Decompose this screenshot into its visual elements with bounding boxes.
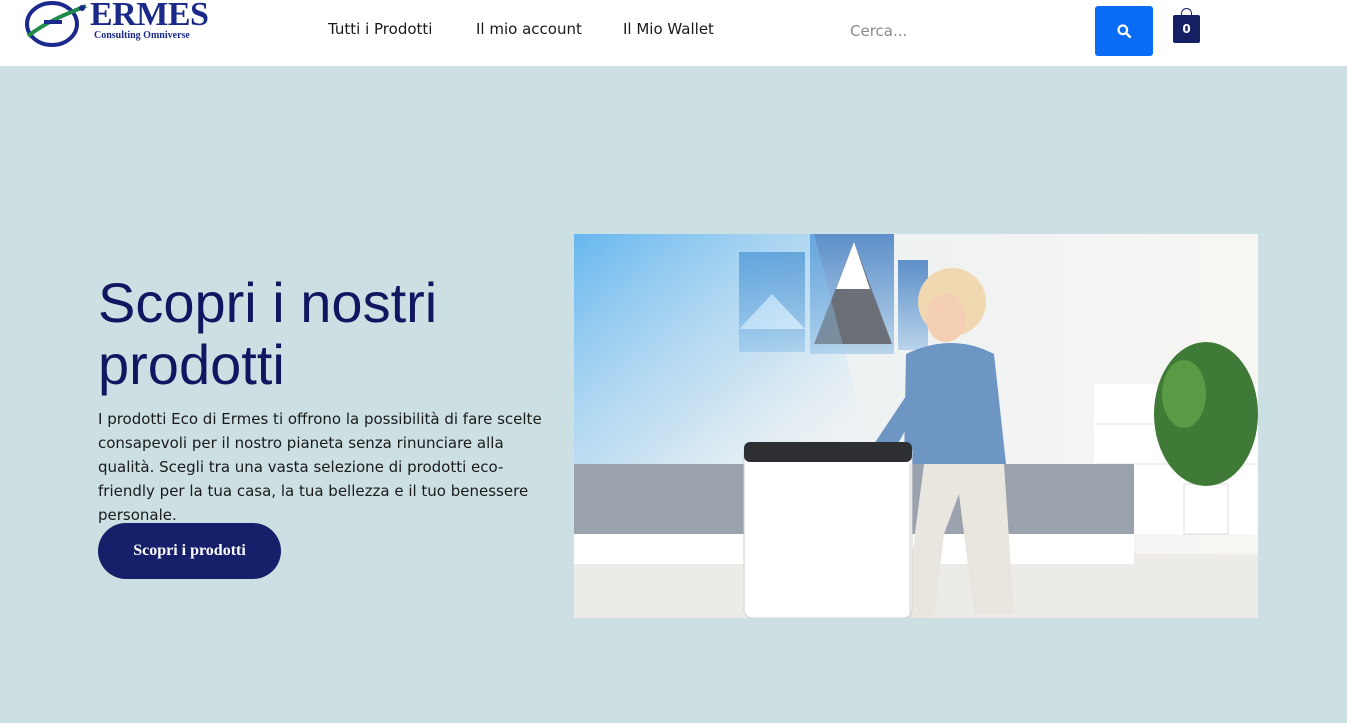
woman-with-air-purifier-illustration bbox=[574, 234, 1258, 618]
discover-products-button[interactable]: Scopri i prodotti bbox=[98, 523, 281, 579]
search-input[interactable] bbox=[836, 6, 1095, 56]
nav-item-all-products[interactable]: Tutti i Prodotti bbox=[328, 20, 432, 38]
hero-description: I prodotti Eco di Ermes ti offrono la po… bbox=[98, 410, 542, 524]
logo-name: ERMES bbox=[90, 0, 209, 33]
nav-item-my-wallet[interactable]: Il Mio Wallet bbox=[623, 20, 714, 38]
nav-item-my-account[interactable]: Il mio account bbox=[476, 20, 582, 38]
hero-title: Scopri i nostri prodotti bbox=[98, 271, 438, 396]
ermes-logo[interactable]: ERMES Consulting Omniverse bbox=[24, 0, 209, 48]
logo-tagline: Consulting Omniverse bbox=[94, 30, 190, 41]
site-header: ERMES Consulting Omniverse Tutti i Prodo… bbox=[0, 0, 1347, 66]
hero-image bbox=[574, 234, 1258, 618]
search-form bbox=[836, 6, 1153, 56]
logo-mark-icon bbox=[25, 1, 87, 47]
search-button[interactable] bbox=[1095, 6, 1153, 56]
cart-button[interactable]: 0 bbox=[1173, 8, 1200, 43]
search-icon bbox=[1117, 24, 1131, 38]
cart-count: 0 bbox=[1173, 15, 1200, 43]
